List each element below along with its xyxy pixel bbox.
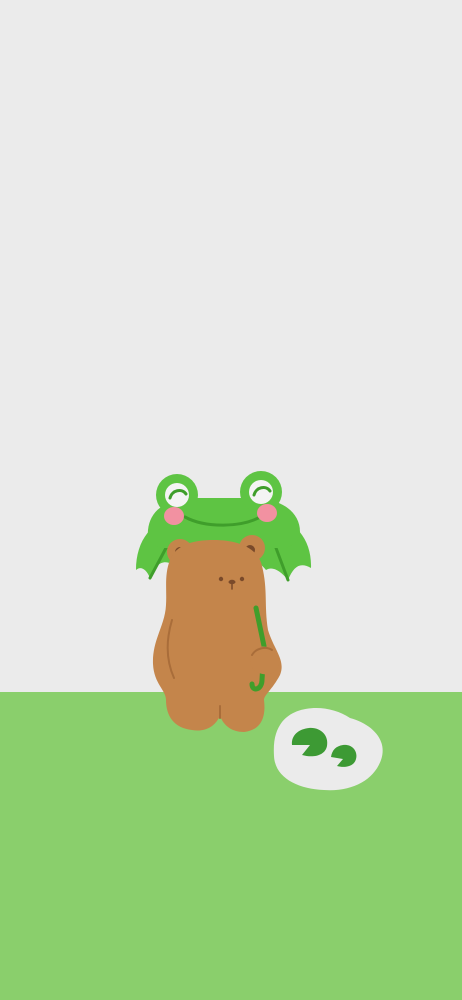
bear-eye-right xyxy=(239,576,245,582)
frog-cheek-left xyxy=(164,507,184,525)
puddle-with-lily-pads-icon xyxy=(273,707,383,791)
frog-cheek-right xyxy=(257,504,277,522)
wallpaper xyxy=(0,0,462,1000)
puddle-icon xyxy=(273,707,383,791)
bear-eye-left xyxy=(218,576,224,582)
scene-illustration xyxy=(136,471,383,791)
